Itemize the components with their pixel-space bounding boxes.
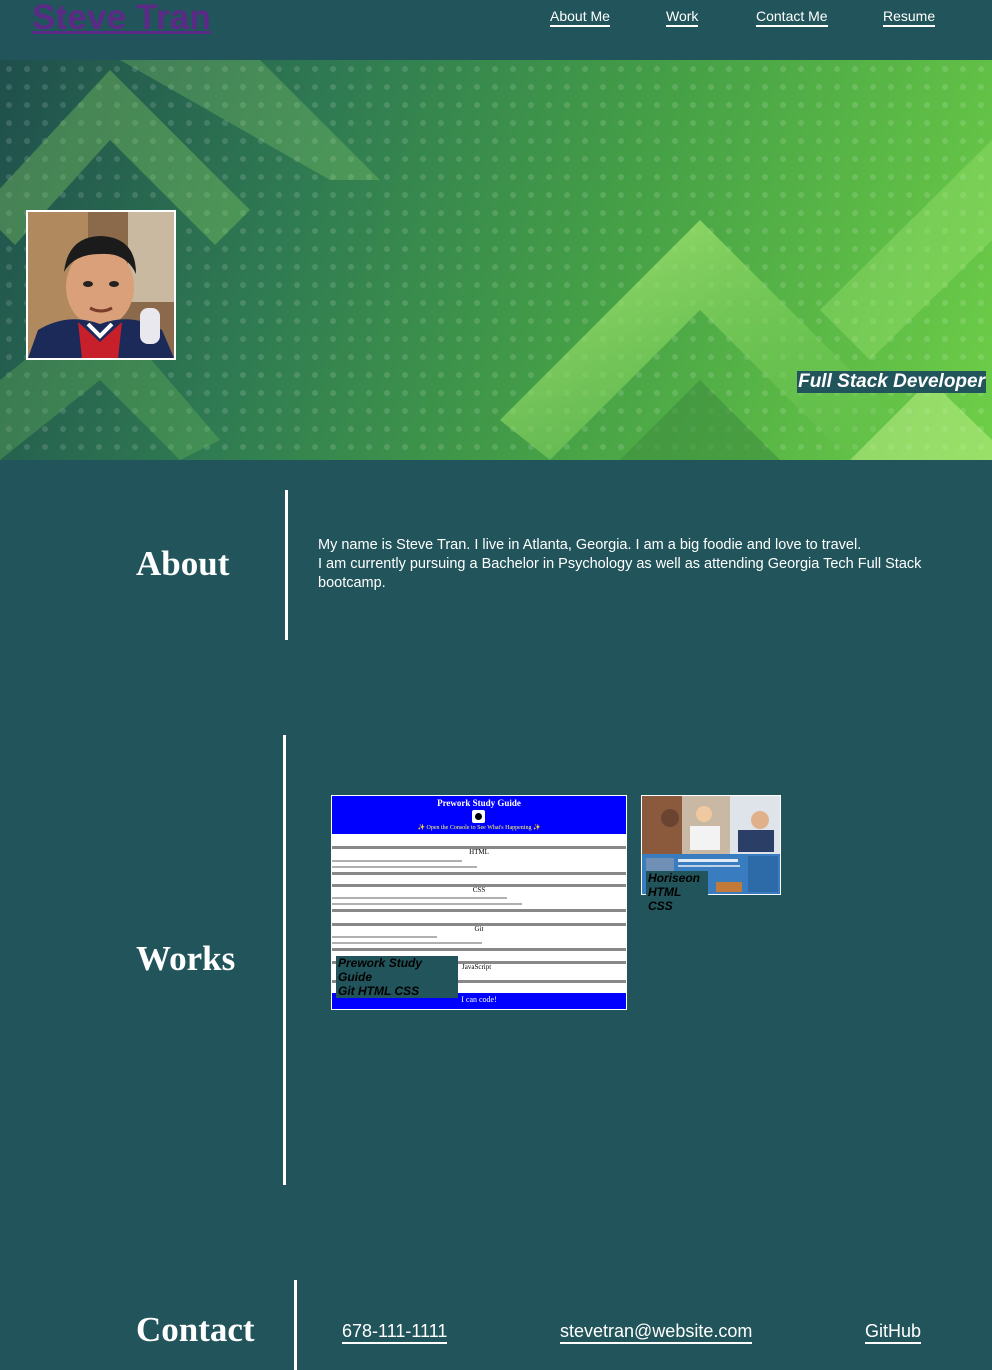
- hero-banner: Full Stack Developer: [0, 60, 992, 460]
- work-caption-horiseon[interactable]: Horiseon HTML CSS: [646, 871, 708, 913]
- nav-resume[interactable]: Resume: [883, 8, 936, 27]
- thumb-text-line: [332, 860, 462, 862]
- contact-divider: [294, 1280, 297, 1370]
- thumb-text-line: [332, 897, 507, 899]
- github-link[interactable]: GitHub: [865, 1321, 922, 1344]
- thumb-title: Prework Study Guide: [437, 798, 521, 808]
- about-text: My name is Steve Tran. I live in Atlanta…: [318, 536, 958, 593]
- thumb-logo-icon: [472, 810, 485, 823]
- about-line-2: I am currently pursuing a Bachelor in Ps…: [318, 556, 922, 591]
- email-link[interactable]: stevetran@website.com: [560, 1321, 753, 1344]
- nav-work[interactable]: Work: [666, 8, 699, 27]
- work-caption-prework[interactable]: Prework Study Guide Git HTML CSS: [336, 956, 458, 998]
- work-caption-tags: HTML CSS: [648, 885, 682, 913]
- thumb-text-line: [332, 866, 477, 868]
- nav-contact-me[interactable]: Contact Me: [756, 8, 828, 27]
- thumb-text-line: [332, 936, 437, 938]
- nav-about-me[interactable]: About Me: [550, 8, 610, 27]
- thumb-section-html: HTML: [469, 848, 489, 856]
- work-caption-tags: Git HTML CSS: [338, 984, 420, 998]
- thumb-rule: [332, 948, 626, 951]
- thumb-section-git: Git: [474, 925, 484, 933]
- thumb-text-line: [332, 942, 482, 944]
- hero-tagline: Full Stack Developer: [797, 371, 986, 393]
- thumb-rule: [332, 909, 626, 912]
- about-title: About: [136, 544, 230, 583]
- work-caption-title: Horiseon: [648, 871, 701, 885]
- profile-photo-icon: [28, 212, 174, 358]
- brand-link[interactable]: Steve Tran: [32, 0, 211, 38]
- phone-link[interactable]: 678-111-1111: [342, 1321, 448, 1344]
- thumb-section-css: CSS: [472, 886, 486, 894]
- thumb-header: Prework Study Guide ✨ Open the Console t…: [332, 796, 626, 834]
- work-caption-title: Prework Study Guide: [338, 956, 423, 984]
- thumb-section-javascript: JavaScript: [462, 963, 492, 971]
- avatar: [26, 210, 176, 360]
- contact-title: Contact: [136, 1310, 255, 1349]
- works-divider: [283, 735, 286, 1185]
- thumb-rule: [332, 872, 626, 875]
- site-header: Steve Tran About Me Work Contact Me Resu…: [0, 0, 992, 60]
- thumb-text-line: [332, 903, 522, 905]
- works-title: Works: [136, 939, 236, 978]
- about-line-1: My name is Steve Tran. I live in Atlanta…: [318, 537, 862, 553]
- about-divider: [285, 490, 288, 640]
- thumb-subtitle: ✨ Open the Console to See What's Happeni…: [417, 825, 541, 831]
